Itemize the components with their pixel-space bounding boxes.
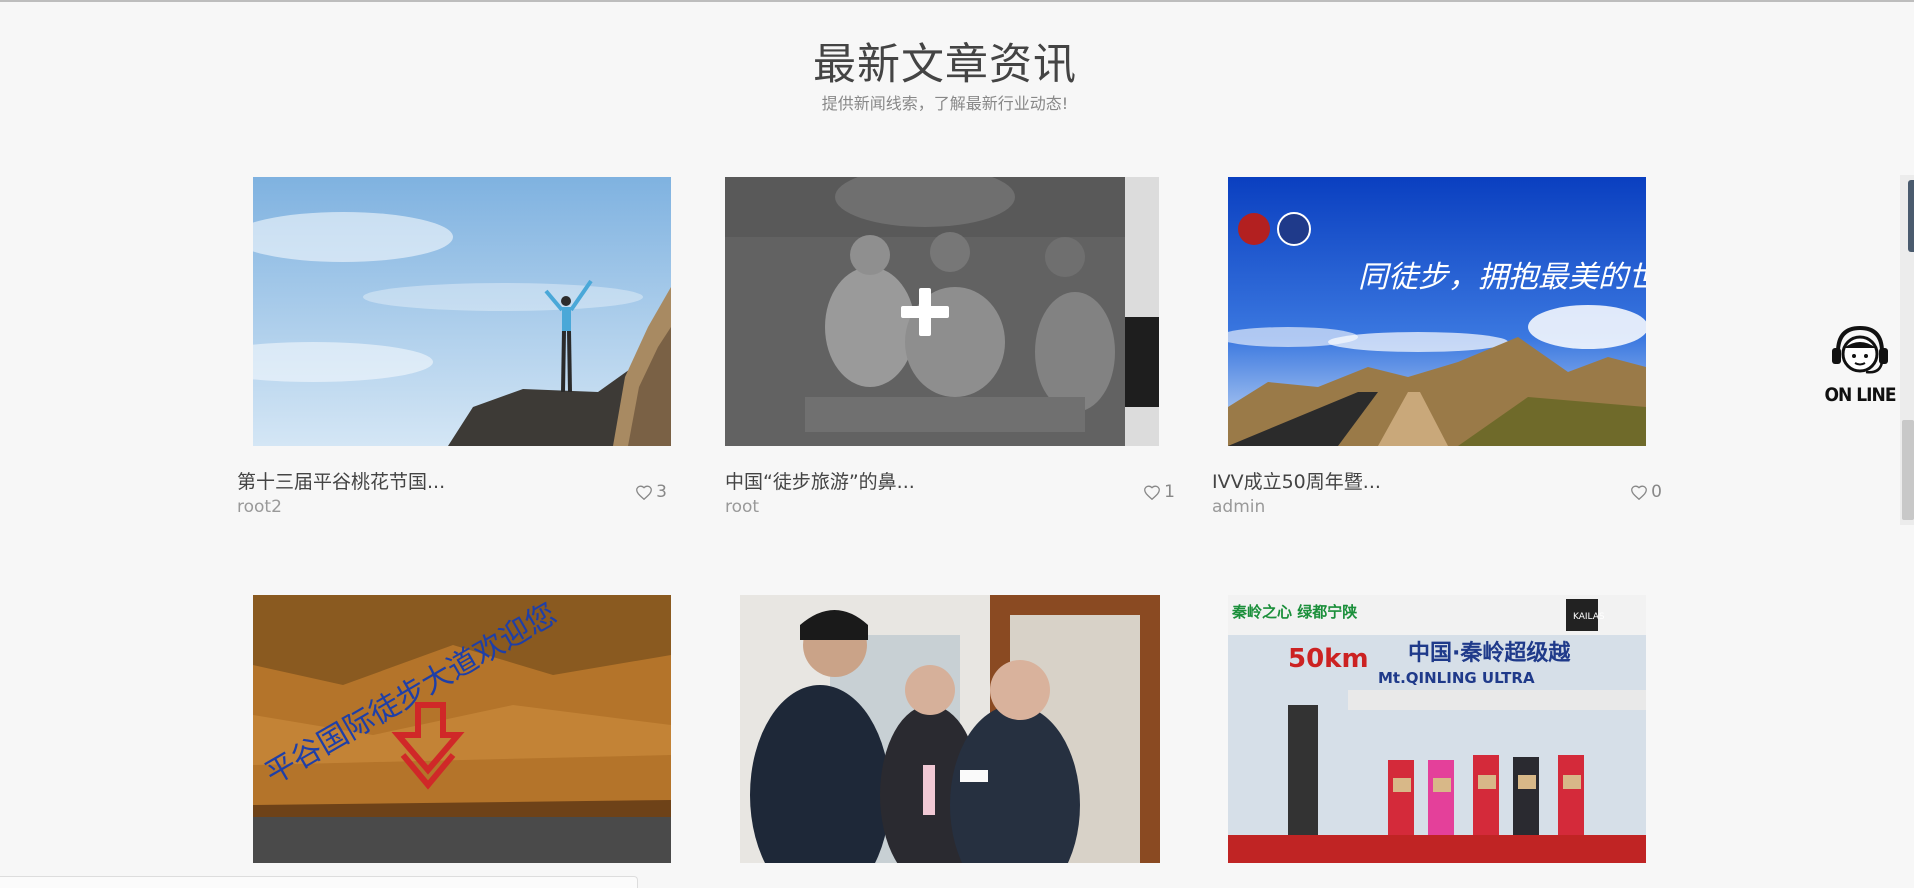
like-button[interactable]: 1 (1143, 482, 1175, 502)
like-count: 1 (1164, 482, 1175, 502)
race-tagline: 秦岭之心 绿都宁陕 (1231, 603, 1357, 621)
headset-support-icon (1828, 325, 1892, 384)
like-count: 3 (656, 482, 667, 502)
heart-icon (1630, 484, 1648, 500)
article-title[interactable]: 第十三届平谷桃花节国... (237, 467, 445, 494)
article-title[interactable]: IVV成立50周年暨... (1212, 467, 1381, 494)
article-author: root2 (237, 497, 282, 517)
like-button[interactable]: 0 (1630, 482, 1662, 502)
article-author: root (725, 497, 760, 517)
online-support-widget[interactable]: ON LINE (1824, 322, 1897, 406)
article-card-1[interactable]: 第十三届平谷桃花节国... root2 3 (237, 177, 671, 517)
top-border (0, 0, 1914, 2)
article-author: admin (1212, 497, 1266, 517)
section-title: 最新文章资讯 (813, 40, 1077, 90)
historic-bw-group-photo[interactable] (725, 177, 1159, 446)
online-label: ON LINE (1824, 384, 1896, 406)
article-card-5[interactable] (740, 595, 1160, 865)
heart-icon (1143, 484, 1161, 500)
article-card-6[interactable]: 秦岭之心 绿都宁陕 KAILAS 50km 中国·秦岭超级越 Mt.QINLIN… (1228, 595, 1646, 865)
scrollbar-thumb[interactable] (1902, 420, 1914, 520)
like-count: 0 (1651, 482, 1662, 502)
mountain-road-banner[interactable]: 同徒步，拥抱最美的世界 (1228, 177, 1646, 446)
article-card-3[interactable]: 同徒步，拥抱最美的世界 IVV成立50周年暨... admin 0 (1212, 177, 1662, 517)
handshake-meeting-photo[interactable] (740, 595, 1160, 863)
ultra-race-award-photo[interactable]: 秦岭之心 绿都宁陕 KAILAS 50km 中国·秦岭超级越 Mt.QINLIN… (1228, 595, 1646, 863)
plus-icon[interactable] (725, 177, 1125, 446)
race-title: 中国·秦岭超级越 (1408, 640, 1571, 666)
side-panel-tab[interactable] (1908, 180, 1914, 252)
race-distance: 50km (1288, 644, 1369, 674)
status-bar (0, 876, 638, 888)
heart-icon (635, 484, 653, 500)
sponsor-logo-text: KAILAS (1573, 612, 1605, 622)
hiker-on-cliff-photo[interactable] (253, 177, 671, 446)
article-card-2[interactable]: 中国“徒步旅游”的鼻... root 1 (725, 177, 1175, 517)
cliff-inscription-photo[interactable]: 平谷国际徒步大道欢迎您 (253, 595, 671, 863)
article-title[interactable]: 中国“徒步旅游”的鼻... (725, 467, 915, 494)
article-card-4[interactable]: 平谷国际徒步大道欢迎您 (253, 595, 671, 865)
section-subtitle: 提供新闻线索，了解最新行业动态! (821, 94, 1069, 113)
race-title-en: Mt.QINLING ULTRA (1378, 669, 1535, 687)
banner-text: 同徒步，拥抱最美的世界 (1358, 260, 1646, 295)
like-button[interactable]: 3 (635, 482, 667, 502)
